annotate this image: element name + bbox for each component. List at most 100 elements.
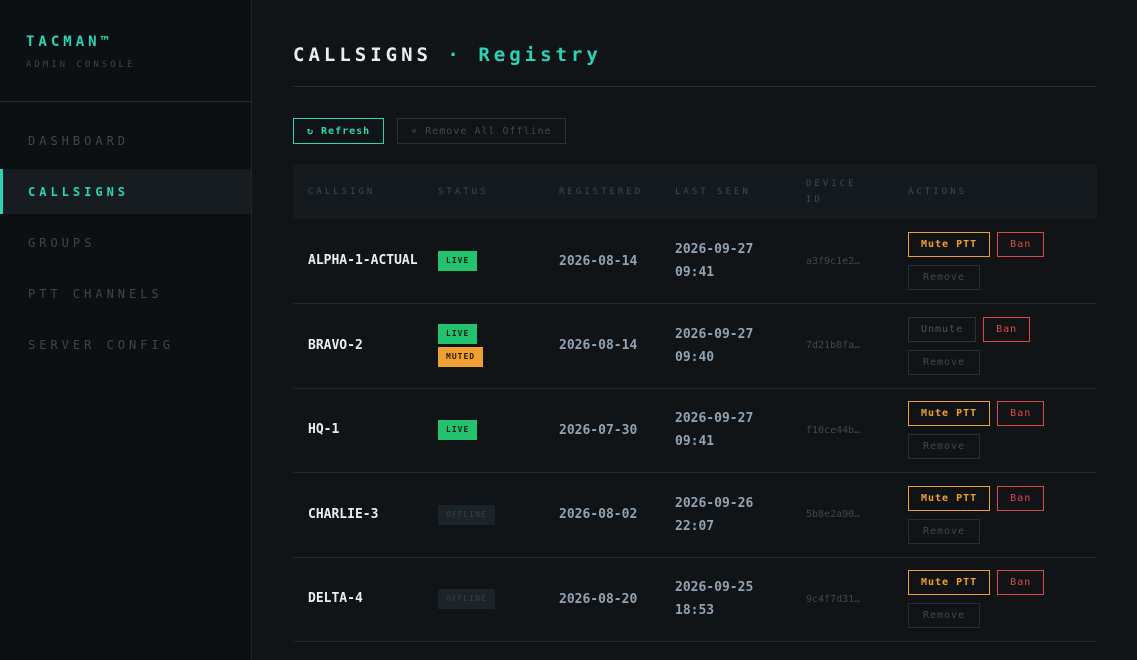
cell-status: LIVE — [423, 219, 544, 304]
cell-actions: Mute PTT Ban Remove — [893, 219, 1097, 304]
sidebar: TACMAN™ ADMIN CONSOLE DASHBOARD CALLSIGN… — [0, 0, 252, 660]
table-row: ALPHA-1-ACTUAL LIVE 2026-08-14 2026-09-27 0… — [293, 219, 1097, 304]
device-id: a3f9c1e2… — [806, 255, 861, 267]
cell-device-id: 7d21b8fa… — [791, 304, 893, 389]
action-row: Remove — [908, 265, 1097, 290]
remove-all-offline-button[interactable]: × Remove All Offline — [397, 118, 566, 144]
registered-date: 2026-08-14 — [559, 253, 638, 269]
callsign-text: CHARLIE-3 — [308, 506, 379, 522]
registered-date: 2026-08-20 — [559, 591, 638, 607]
status-badges: OFFLINE — [438, 589, 544, 610]
cell-last-seen: 2026-09-25 18:53 — [660, 557, 791, 642]
row-actions: Unmute Ban Remove — [908, 316, 1097, 375]
device-id: f10ce44b… — [806, 424, 861, 436]
status-badge: LIVE — [438, 324, 478, 345]
sidebar-nav: DASHBOARD CALLSIGNS GROUPS PTT CHANNELS … — [0, 118, 251, 367]
mute-ptt-button[interactable]: Mute PTT — [908, 570, 991, 596]
action-row: Unmute Ban — [908, 316, 1097, 342]
sidebar-item-dashboard[interactable]: DASHBOARD — [0, 118, 251, 163]
remove-button[interactable]: Remove — [908, 434, 980, 460]
ban-button[interactable]: Ban — [983, 316, 1031, 342]
table-row: DELTA-4 OFFLINE 2026-08-20 2026-09-25 18:53… — [293, 557, 1097, 642]
last-seen-date: 2026-09-25 18:53 — [675, 580, 754, 619]
table-row: CHARLIE-3 OFFLINE 2026-08-02 2026-09-26 22:… — [293, 473, 1097, 558]
page-title-subtitle: Registry — [478, 44, 602, 66]
cell-status: OFFLINE — [423, 473, 544, 558]
column-header-status[interactable]: STATUS — [423, 164, 544, 219]
column-header-device-id[interactable]: DEVICE ID — [791, 164, 893, 219]
cell-callsign: DELTA-4 — [293, 557, 423, 642]
status-badge: OFFLINE — [438, 589, 495, 610]
cell-registered: 2026-07-30 — [544, 388, 660, 473]
sidebar-item-groups[interactable]: GROUPS — [0, 220, 251, 265]
cell-last-seen: 2026-09-27 09:41 — [660, 219, 791, 304]
sidebar-item-server-config[interactable]: SERVER CONFIG — [0, 322, 251, 367]
status-badges: LIVE MUTED — [438, 324, 544, 368]
row-actions: Mute PTT Ban Remove — [908, 485, 1097, 544]
callsign-text: DELTA-4 — [308, 591, 363, 607]
action-row: Remove — [908, 603, 1097, 629]
sidebar-item-callsigns[interactable]: CALLSIGNS — [0, 169, 251, 214]
table-row: BRAVO-2 LIVE MUTED 2026-08-14 2026-09-27 09:… — [293, 304, 1097, 389]
action-row: Remove — [908, 518, 1097, 544]
page-title: CALLSIGNS · Registry — [293, 44, 1097, 68]
mute-ptt-button[interactable]: Mute PTT — [908, 401, 991, 427]
page-title-main: CALLSIGNS — [293, 44, 432, 66]
callsign-text: ALPHA-1-ACTUAL — [308, 253, 418, 268]
device-id: 7d21b8fa… — [806, 340, 861, 352]
brand: TACMAN™ ADMIN CONSOLE — [0, 0, 251, 102]
cell-registered: 2026-08-14 — [544, 304, 660, 389]
cell-actions: Mute PTT Ban Remove — [893, 473, 1097, 558]
status-badge: MUTED — [438, 347, 484, 368]
device-id: 9c4f7d31… — [806, 593, 861, 605]
title-divider — [293, 86, 1097, 87]
page-title-separator: · — [447, 44, 463, 66]
cell-status: LIVE — [423, 388, 544, 473]
mute-ptt-button[interactable]: Mute PTT — [908, 485, 991, 511]
toolbar: ↻ Refresh × Remove All Offline — [293, 118, 1097, 144]
remove-button[interactable]: Remove — [908, 518, 980, 544]
sidebar-item-ptt-channels[interactable]: PTT CHANNELS — [0, 271, 251, 316]
cell-last-seen: 2026-09-27 09:40 — [660, 304, 791, 389]
last-seen-date: 2026-09-27 09:41 — [675, 242, 754, 280]
ban-button[interactable]: Ban — [997, 232, 1045, 257]
status-badge: LIVE — [438, 420, 478, 441]
status-badges: LIVE — [438, 251, 544, 271]
ban-button[interactable]: Ban — [997, 485, 1045, 511]
callsign-text: BRAVO-2 — [308, 337, 363, 353]
device-id: 5b8e2a90… — [806, 509, 861, 521]
cell-registered: 2026-08-02 — [544, 473, 660, 558]
remove-button[interactable]: Remove — [908, 603, 980, 629]
unmute-button[interactable]: Unmute — [908, 316, 977, 342]
status-badges: LIVE — [438, 420, 544, 441]
cell-device-id: f10ce44b… — [791, 388, 893, 473]
last-seen-date: 2026-09-26 22:07 — [675, 495, 754, 534]
cell-device-id: 5b8e2a90… — [791, 473, 893, 558]
registered-date: 2026-07-30 — [559, 422, 638, 438]
ban-button[interactable]: Ban — [997, 570, 1045, 596]
table-header-row: CALLSIGN STATUS REGISTERED LAST SEEN DEV… — [293, 164, 1097, 219]
callsigns-table: CALLSIGN STATUS REGISTERED LAST SEEN DEV… — [293, 164, 1097, 642]
column-header-callsign[interactable]: CALLSIGN — [293, 164, 423, 219]
column-header-registered[interactable]: REGISTERED — [544, 164, 660, 219]
cell-registered: 2026-08-14 — [544, 219, 660, 304]
action-row: Mute PTT Ban — [908, 232, 1097, 257]
cell-device-id: a3f9c1e2… — [791, 219, 893, 304]
ban-button[interactable]: Ban — [997, 401, 1045, 427]
remove-button[interactable]: Remove — [908, 349, 980, 375]
table-row: HQ-1 LIVE 2026-07-30 2026-09-27 09:41 f10ce4… — [293, 388, 1097, 473]
brand-title: TACMAN™ — [26, 34, 114, 50]
cell-callsign: CHARLIE-3 — [293, 473, 423, 558]
main-content: CALLSIGNS · Registry ↻ Refresh × Remove … — [293, 0, 1097, 642]
last-seen-date: 2026-09-27 09:41 — [675, 411, 754, 450]
mute-ptt-button[interactable]: Mute PTT — [908, 232, 991, 257]
column-header-last-seen[interactable]: LAST SEEN — [660, 164, 791, 219]
refresh-button[interactable]: ↻ Refresh — [293, 118, 385, 144]
cell-last-seen: 2026-09-26 22:07 — [660, 473, 791, 558]
cell-actions: Mute PTT Ban Remove — [893, 557, 1097, 642]
cell-registered: 2026-08-20 — [544, 557, 660, 642]
row-actions: Mute PTT Ban Remove — [908, 401, 1097, 460]
last-seen-date: 2026-09-27 09:40 — [675, 326, 754, 365]
cell-callsign: BRAVO-2 — [293, 304, 423, 389]
remove-button[interactable]: Remove — [908, 265, 980, 290]
